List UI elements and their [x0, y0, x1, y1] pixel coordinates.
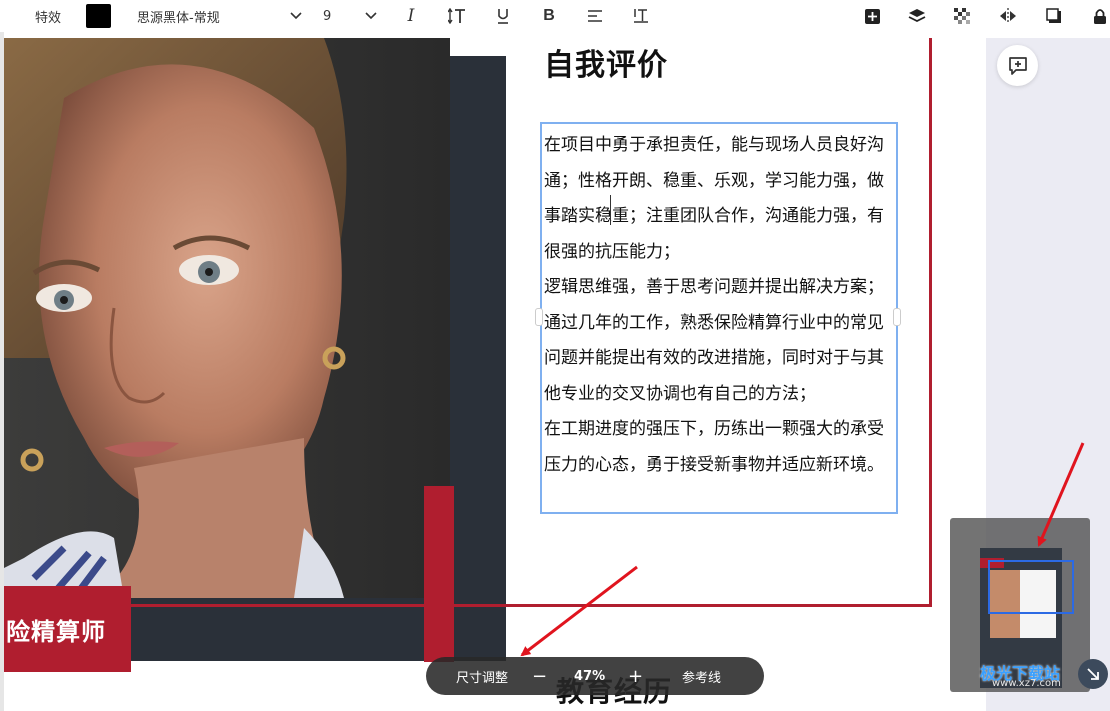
add-comment-button[interactable] — [997, 45, 1038, 86]
align-icon[interactable] — [584, 0, 606, 32]
transparency-icon[interactable] — [951, 0, 973, 32]
text-cursor — [610, 195, 611, 225]
zoom-out-button[interactable]: − — [532, 657, 547, 695]
red-border-line-horizontal — [130, 604, 932, 607]
flip-icon[interactable] — [997, 0, 1019, 32]
paragraph: 在工期进度的强压下，历练出一颗强大的承受压力的心态，勇于接受新事物并适应新环境。 — [544, 419, 884, 475]
italic-icon[interactable]: I — [400, 0, 422, 32]
add-comment-icon — [1008, 56, 1027, 75]
page-minimap[interactable]: 极光下载站 www.xz7.com — [950, 518, 1090, 692]
effects-button[interactable]: 特效 — [22, 0, 74, 32]
font-family-value: 思源黑体-常规 — [137, 10, 220, 26]
text-height-icon[interactable] — [446, 0, 468, 32]
letter-spacing-icon[interactable] — [630, 0, 652, 32]
watermark-url: www.xz7.com — [992, 678, 1061, 689]
text-color-swatch[interactable] — [86, 4, 111, 28]
zoom-level: 47% — [574, 668, 606, 684]
guides-button[interactable]: 参考线 — [682, 657, 721, 695]
layers-icon[interactable] — [906, 0, 928, 32]
resize-handle-left[interactable] — [535, 308, 543, 326]
self-evaluation-textbox[interactable]: 在项目中勇于承担责任，能与现场人员良好沟通；性格开朗、稳重、乐观，学习能力强，做… — [540, 122, 898, 514]
zoom-in-button[interactable]: + — [628, 657, 643, 695]
portrait-photo[interactable] — [4, 38, 450, 598]
underline-icon[interactable] — [492, 0, 514, 32]
red-border-line-vertical — [929, 38, 932, 607]
paragraph: 在项目中勇于承担责任，能与现场人员良好沟通；性格开朗、稳重、乐观，学习能力强，做… — [544, 135, 884, 262]
add-element-icon[interactable] — [861, 0, 883, 32]
font-size-value: 9 — [323, 8, 332, 24]
self-evaluation-title[interactable]: 自我评价 — [544, 40, 668, 84]
bold-icon[interactable]: B — [538, 0, 560, 32]
text-format-toolbar: 特效 思源黑体-常规 9 I B — [0, 0, 1110, 32]
job-title-badge[interactable]: 险精算师 — [4, 586, 131, 672]
minimap-collapse-button[interactable] — [1078, 659, 1108, 689]
resize-handle-right[interactable] — [893, 308, 901, 326]
paragraph: 逻辑思维强，善于思考问题并提出解决方案； — [544, 277, 884, 297]
font-family-select[interactable]: 思源黑体-常规 — [137, 0, 302, 32]
chevron-down-icon — [290, 12, 302, 20]
font-size-select[interactable]: 9 — [315, 0, 377, 32]
minimap-viewport[interactable] — [988, 560, 1074, 614]
zoom-control-bar: 尺寸调整 − 47% + 参考线 — [426, 657, 764, 695]
chevron-down-icon — [365, 12, 377, 20]
red-accent-bar[interactable] — [424, 486, 454, 662]
shadow-icon[interactable] — [1043, 0, 1065, 32]
arrow-diagonal-icon — [1087, 668, 1099, 680]
lock-icon[interactable] — [1089, 0, 1110, 32]
size-adjust-button[interactable]: 尺寸调整 — [456, 657, 508, 695]
paragraph: 通过几年的工作，熟悉保险精算行业中的常见问题并能提出有效的改进措施，同时对于与其… — [544, 312, 884, 404]
